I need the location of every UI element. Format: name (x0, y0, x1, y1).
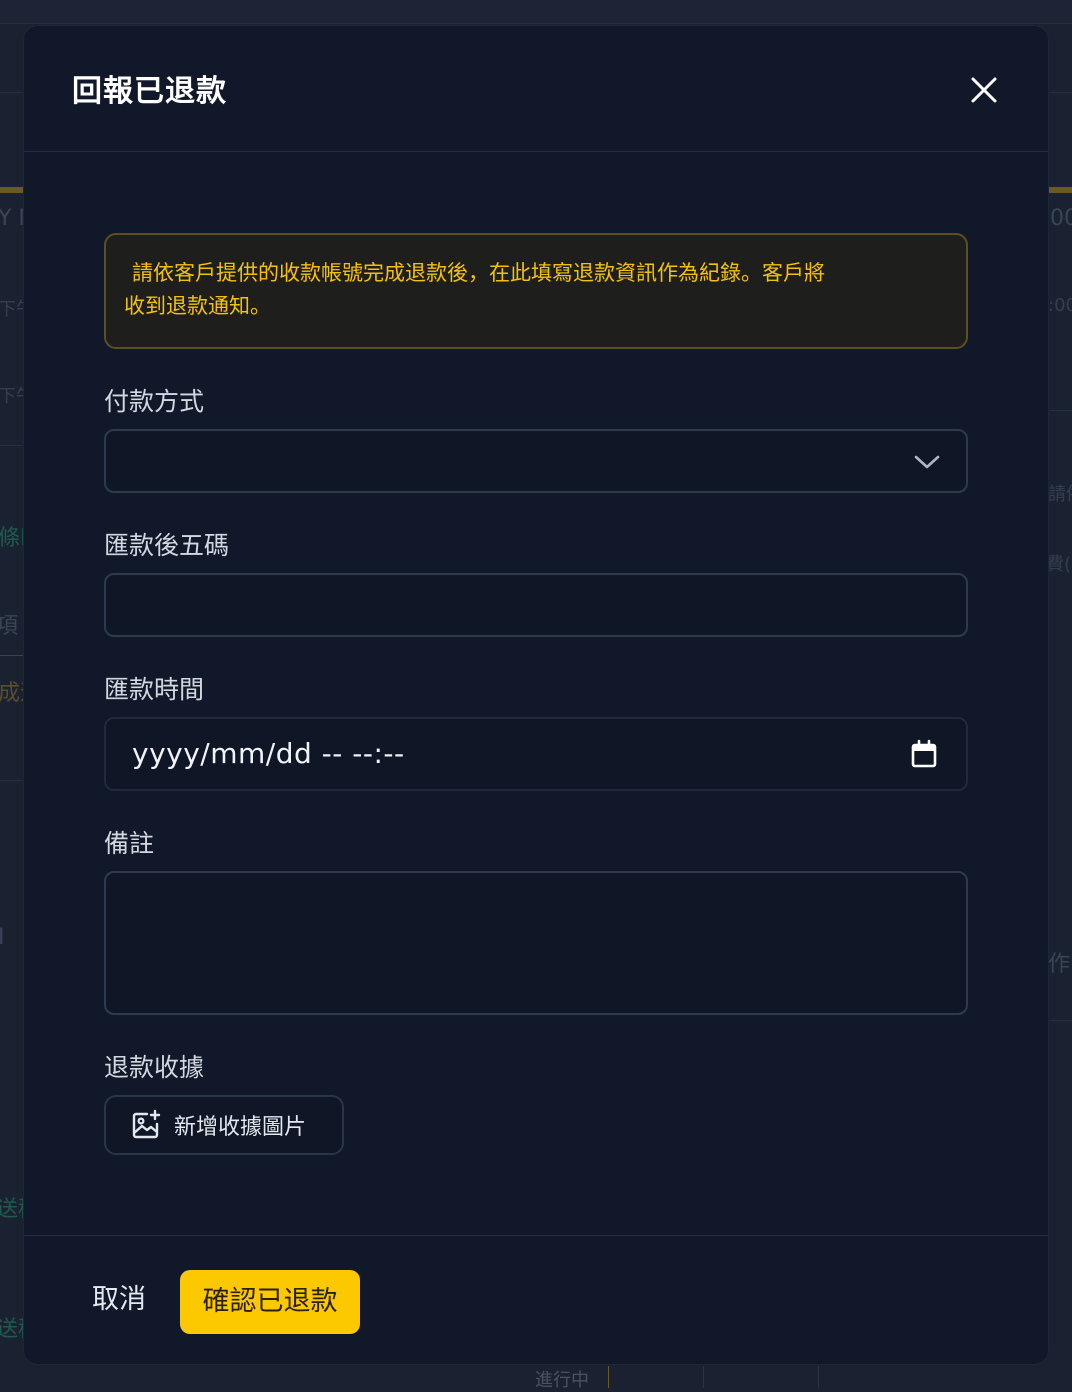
notice-text: 請依客戶提供的收款帳號完成退款後，在此填寫退款資訊作為紀錄。客戶將 (132, 257, 940, 290)
background-text: :00 (1048, 295, 1072, 316)
background-text: 費(0 (1046, 550, 1072, 576)
background-divider (0, 780, 24, 781)
background-text: 項 (0, 608, 18, 640)
background-divider (0, 92, 24, 93)
close-icon (970, 76, 998, 104)
background-text: 00 (1050, 206, 1072, 231)
add-image-icon (130, 1109, 162, 1141)
background-status-text: 進行中 (535, 1366, 589, 1392)
background-divider (703, 1366, 704, 1388)
background-text: 請依 (1048, 480, 1072, 506)
background-divider (1048, 92, 1072, 93)
remit-time-placeholder: yyyy/mm/dd -- --:-- (132, 737, 405, 770)
background-accent-line (0, 187, 24, 193)
add-receipt-image-button[interactable]: 新增收據圖片 (104, 1095, 344, 1155)
dialog-title: 回報已退款 (72, 66, 227, 110)
background-divider (608, 1366, 609, 1388)
last-five-digits-label: 匯款後五碼 (104, 526, 229, 562)
cancel-button[interactable]: 取消 (76, 1270, 162, 1330)
background-divider (1048, 1020, 1072, 1021)
chevron-down-icon (912, 449, 942, 475)
close-button[interactable] (964, 70, 1004, 110)
remit-time-input[interactable]: yyyy/mm/dd -- --:-- (104, 717, 968, 791)
refund-notice: 請依客戶提供的收款帳號完成退款後，在此填寫退款資訊作為紀錄。客戶將 收到退款通知… (104, 233, 968, 349)
confirm-refund-button[interactable]: 確認已退款 (180, 1270, 360, 1334)
dialog-footer: 取消 確認已退款 (24, 1235, 1048, 1364)
note-textarea[interactable] (104, 871, 968, 1015)
background-divider (818, 1366, 819, 1388)
add-receipt-image-label: 新增收據圖片 (174, 1109, 306, 1141)
background-text: I (0, 925, 5, 950)
background-text: 作 (1048, 946, 1070, 978)
background-topbar (0, 0, 1072, 24)
background-divider (0, 655, 24, 656)
background-accent-line (1048, 187, 1072, 193)
note-label: 備註 (104, 824, 154, 860)
payment-method-select[interactable] (104, 429, 968, 493)
dialog-header: 回報已退款 (24, 26, 1048, 152)
refund-report-dialog: 回報已退款 請依客戶提供的收款帳號完成退款後，在此填寫退款資訊作為紀錄。客戶將 … (24, 26, 1048, 1364)
background-divider (1048, 410, 1072, 411)
notice-text: 收到退款通知。 (124, 290, 940, 323)
background-divider (0, 445, 24, 446)
last-five-digits-input[interactable] (104, 573, 968, 637)
payment-method-label: 付款方式 (104, 382, 204, 418)
refund-receipt-label: 退款收據 (104, 1048, 204, 1084)
calendar-icon[interactable] (910, 739, 938, 769)
remit-time-label: 匯款時間 (104, 670, 204, 706)
